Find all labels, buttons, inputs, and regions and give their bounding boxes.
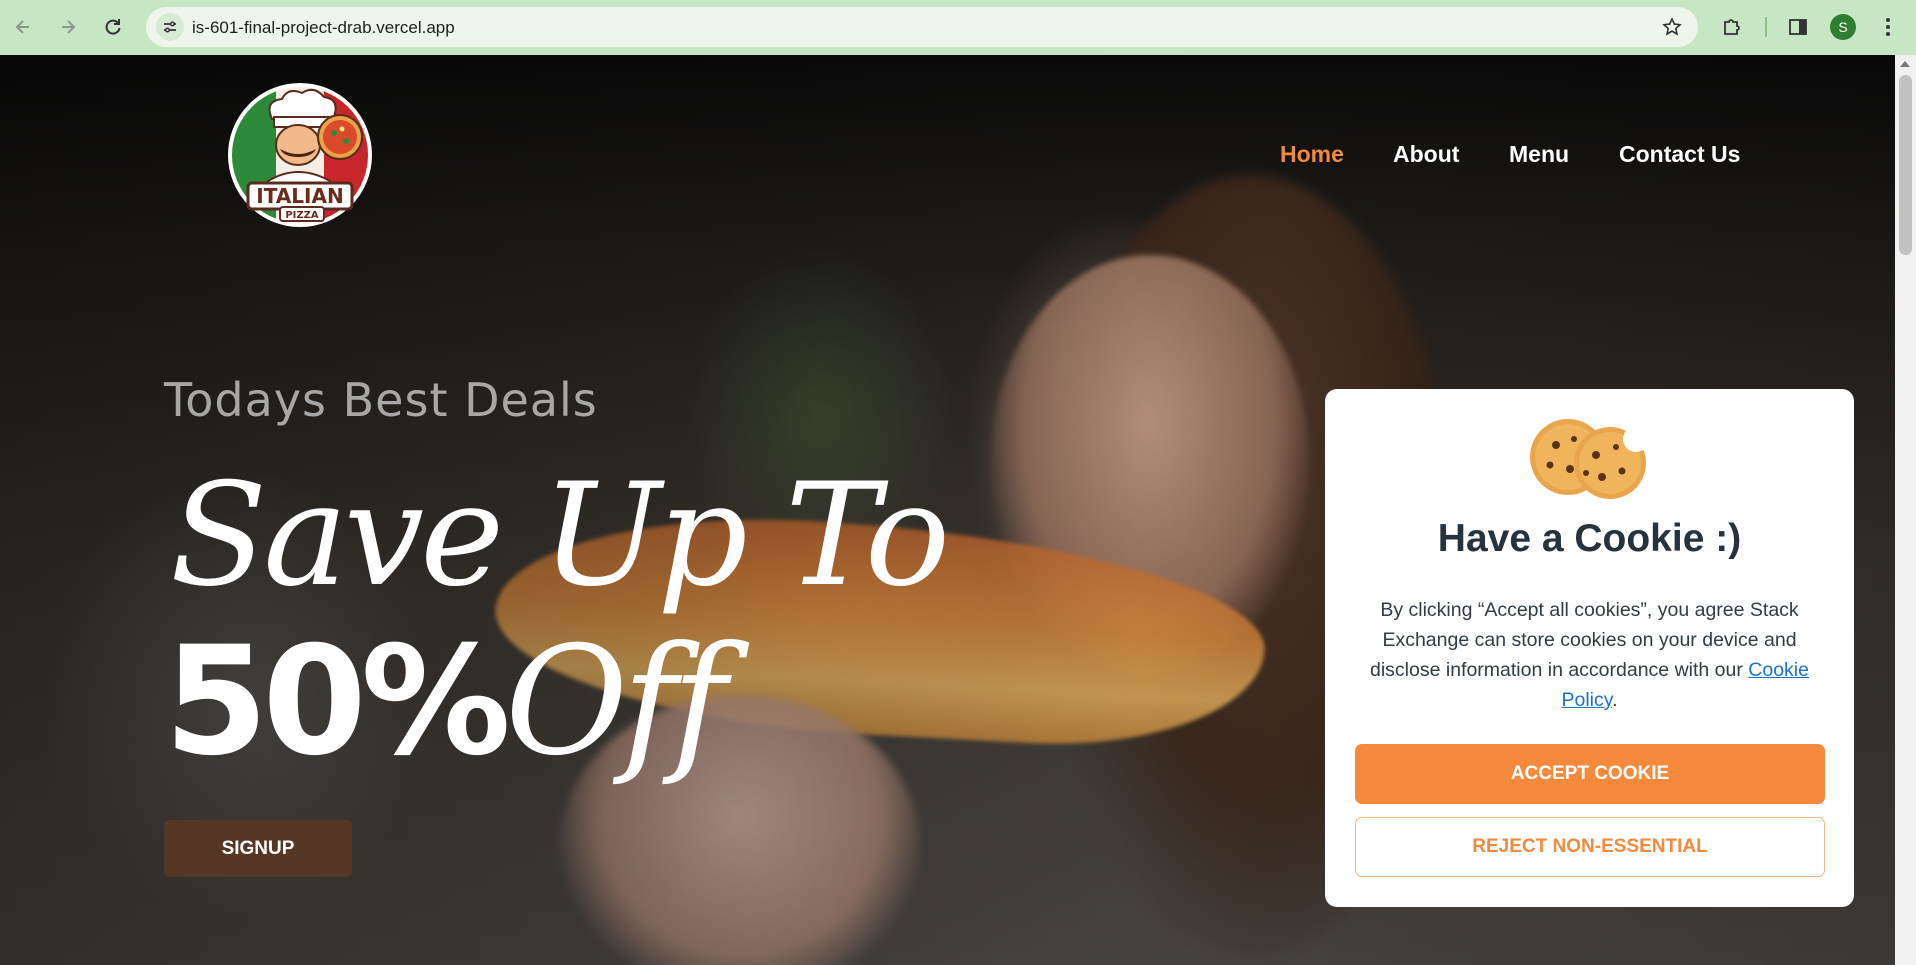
browser-toolbar: is-601-final-project-drab.vercel.app S — [0, 0, 1916, 55]
kebab-menu-icon — [1886, 18, 1890, 36]
scroll-up-arrow-icon[interactable] — [1900, 61, 1910, 67]
reload-icon — [105, 19, 121, 35]
back-button[interactable] — [8, 12, 38, 42]
tune-icon — [164, 21, 176, 33]
puzzle-icon — [1724, 19, 1740, 35]
url-text[interactable]: is-601-final-project-drab.vercel.app — [192, 18, 455, 38]
cookie-title: Have a Cookie :) — [1437, 517, 1742, 560]
side-panel-button[interactable] — [1783, 12, 1813, 42]
bookmark-button[interactable] — [1660, 15, 1684, 39]
nav-about[interactable]: About — [1393, 141, 1459, 168]
arrow-left-icon — [15, 20, 29, 34]
cookie-text-body: By clicking “Accept all cookies”, you ag… — [1370, 599, 1799, 681]
nav-contact-us[interactable]: Contact Us — [1619, 141, 1740, 168]
forward-button[interactable] — [53, 12, 83, 42]
italian-pizza-logo: ITALIAN PIZZA — [228, 83, 372, 227]
page-scrollbar[interactable] — [1895, 55, 1916, 965]
reject-non-essential-button[interactable]: REJECT NON-ESSENTIAL — [1355, 817, 1825, 877]
cookie-text-end: . — [1612, 689, 1618, 711]
profile-button[interactable]: S — [1828, 12, 1858, 42]
cookie-description: By clicking “Accept all cookies”, you ag… — [1361, 595, 1818, 715]
site-info-button[interactable] — [156, 13, 184, 41]
page-viewport: ITALIAN PIZZA Home About Menu Contact Us… — [0, 55, 1895, 965]
hero-headline-line2: 50%Off — [164, 615, 727, 789]
side-panel-icon — [1789, 19, 1807, 35]
reload-button[interactable] — [98, 12, 128, 42]
scrollbar-thumb[interactable] — [1899, 75, 1912, 255]
hero-kicker: Todays Best Deals — [164, 373, 598, 427]
nav-home[interactable]: Home — [1280, 141, 1344, 168]
extensions-button[interactable] — [1717, 12, 1747, 42]
hero-headline-line1: Save Up To — [170, 453, 950, 618]
avatar: S — [1830, 14, 1856, 40]
arrow-right-icon — [62, 20, 76, 34]
toolbar-divider — [1765, 17, 1767, 37]
logo-text-main: ITALIAN — [256, 184, 343, 208]
address-bar[interactable]: is-601-final-project-drab.vercel.app — [146, 7, 1698, 47]
star-icon — [1662, 17, 1682, 36]
hero-discount-suffix: Off — [505, 615, 727, 789]
site-logo[interactable]: ITALIAN PIZZA — [222, 83, 378, 231]
cookie-icon — [1530, 419, 1646, 499]
cookie-consent-dialog: Have a Cookie :) By clicking “Accept all… — [1325, 389, 1854, 907]
nav-menu[interactable]: Menu — [1509, 141, 1569, 168]
hero-discount-value: 50% — [164, 615, 511, 789]
accept-cookie-button[interactable]: ACCEPT COOKIE — [1355, 744, 1825, 804]
signup-button[interactable]: SIGNUP — [164, 820, 352, 877]
logo-text-sub: PIZZA — [285, 210, 319, 221]
browser-menu-button[interactable] — [1873, 12, 1903, 42]
